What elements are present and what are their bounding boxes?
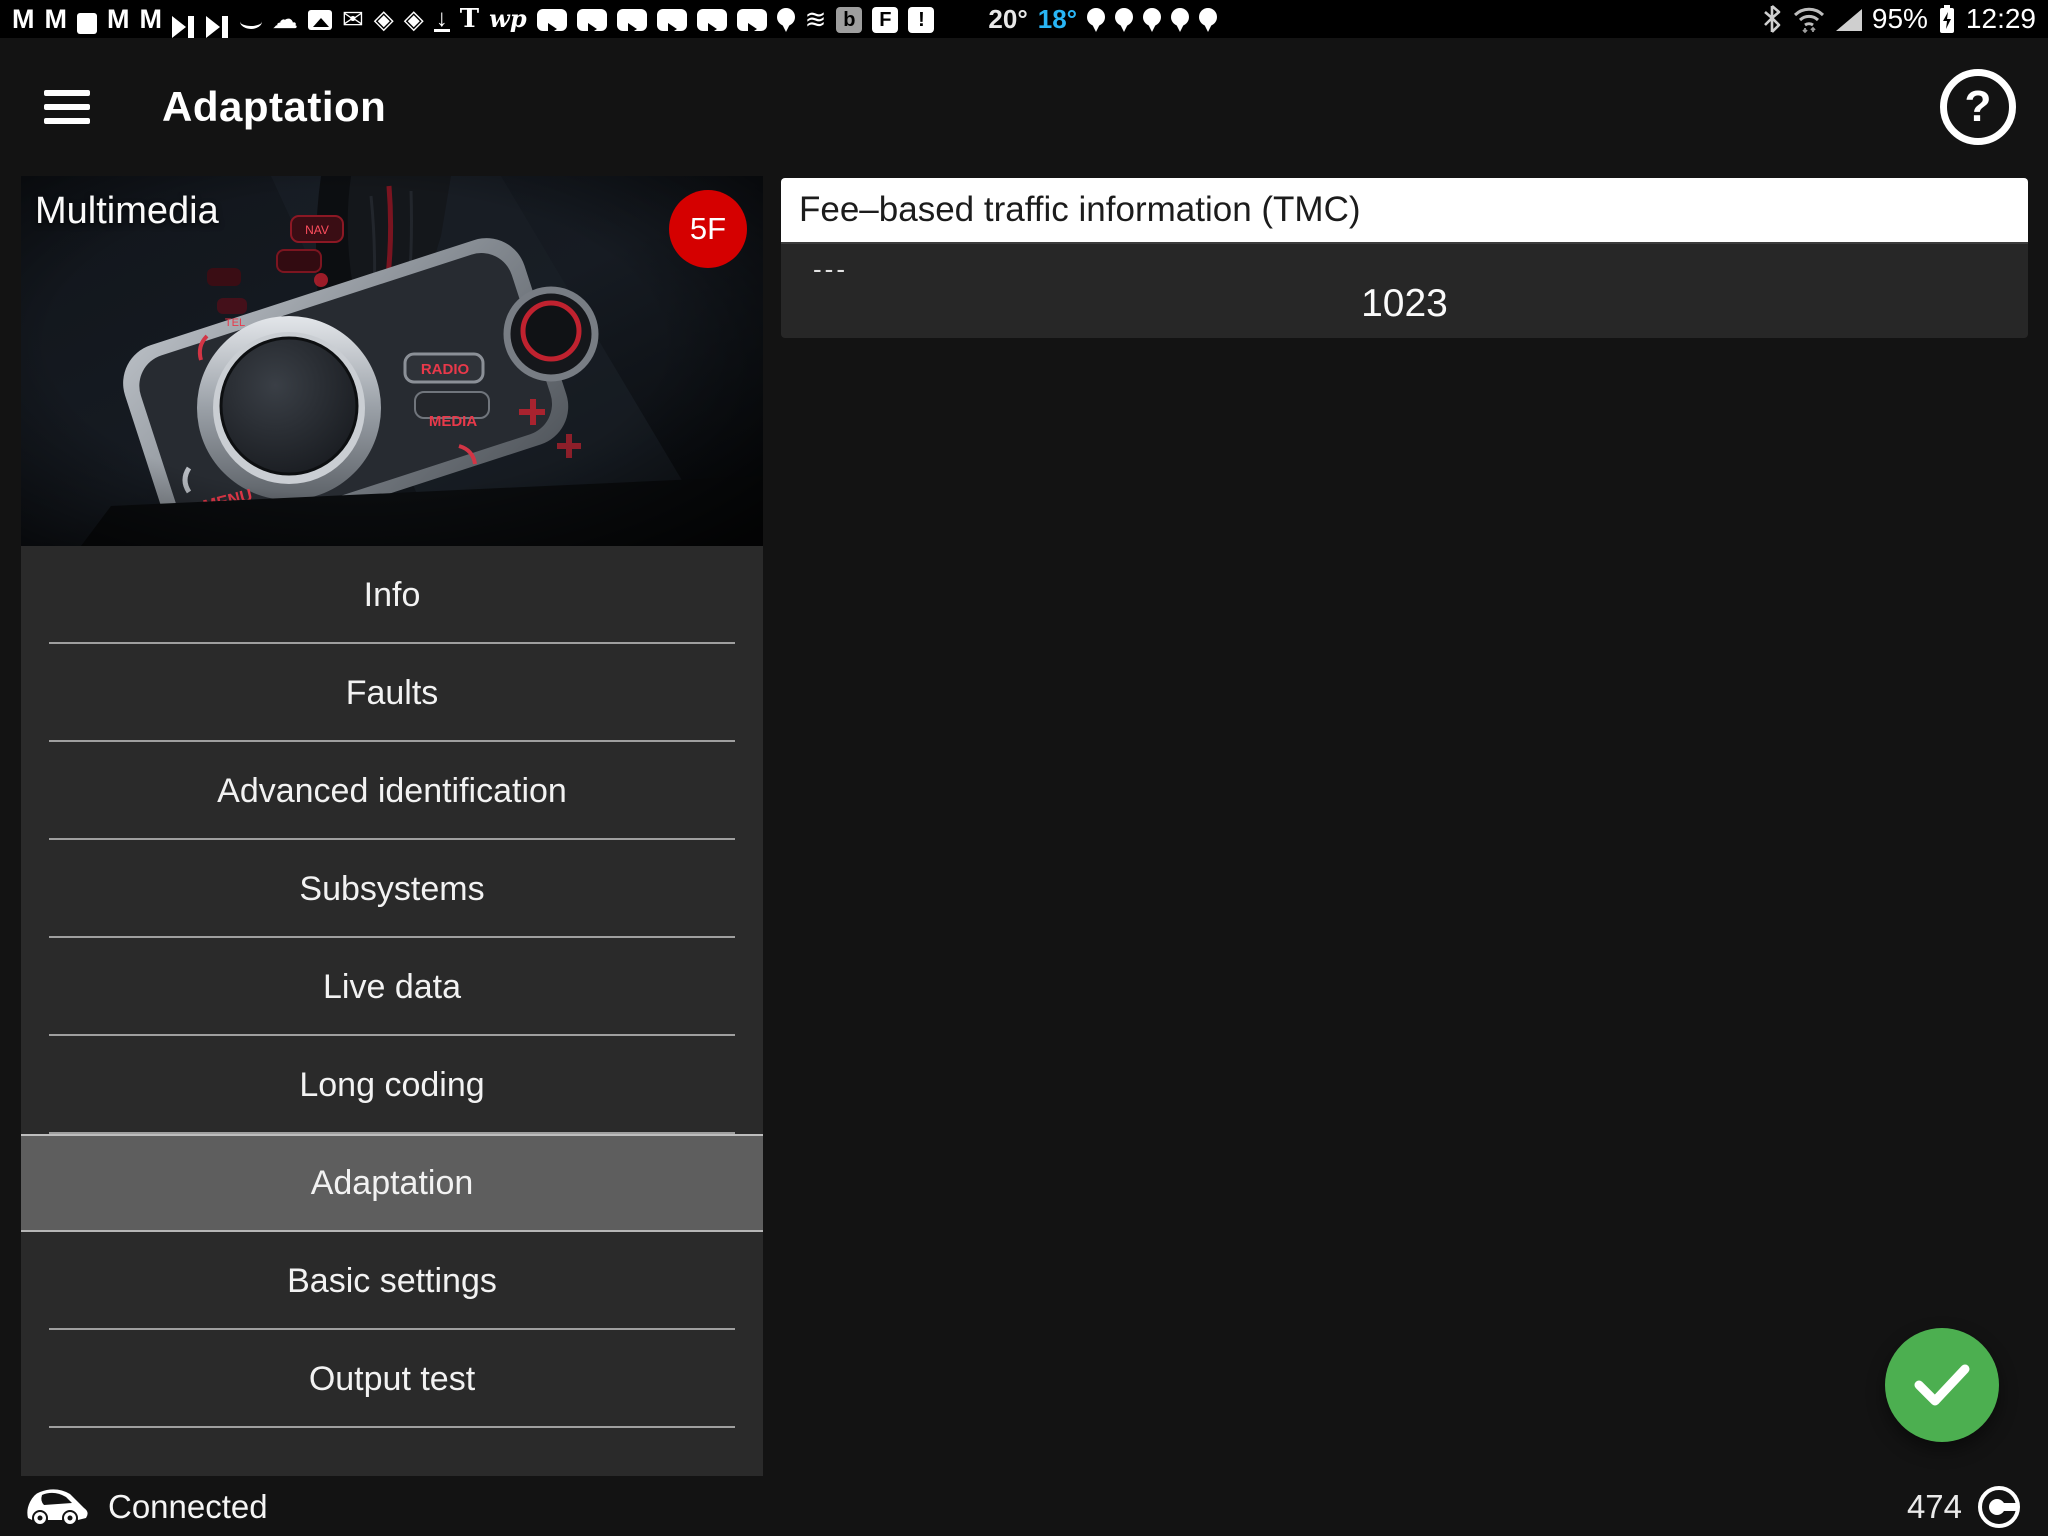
email-icon: ✉: [342, 0, 364, 38]
booking-icon: b: [836, 7, 862, 33]
youtube-icon: [577, 9, 607, 31]
checkmark-icon: [1913, 1363, 1971, 1407]
media-skip-icon: [172, 8, 196, 30]
nyt-diamond-icon: ◈: [404, 0, 424, 38]
confirm-button[interactable]: [1885, 1328, 1999, 1442]
temp-high: 20°: [988, 0, 1027, 38]
menu-item-live-data[interactable]: Live data: [21, 938, 763, 1036]
alert-icon: !: [908, 7, 934, 33]
menu-item-basic-settings[interactable]: Basic settings: [21, 1232, 763, 1330]
credits-icon: [1976, 1484, 2022, 1530]
location-pin-icon: [777, 6, 795, 32]
car-icon: [26, 1488, 90, 1526]
adaptation-value-row[interactable]: --- 1023: [781, 242, 2028, 338]
youtube-icon: [617, 9, 647, 31]
menu-item-long-coding[interactable]: Long coding: [21, 1036, 763, 1134]
gmail-icon: M: [107, 0, 130, 38]
nyt-icon: T: [460, 0, 479, 38]
weather-waves-icon: ≋: [805, 0, 827, 38]
youtube-icon: [657, 9, 687, 31]
page-title: Adaptation: [162, 83, 386, 131]
adaptation-value-label: ---: [813, 254, 848, 285]
control-unit-card: NAV TEL RADIO MEDIA MENU ⟲ BACK: [21, 176, 763, 1476]
control-unit-code-badge: 5F: [669, 190, 747, 268]
cloud-icon: ☁: [272, 0, 298, 38]
media-skip-icon: [206, 8, 230, 30]
location-pin-icon: [1087, 6, 1105, 32]
wifi-icon: [1792, 0, 1826, 38]
menu-item-faults[interactable]: Faults: [21, 644, 763, 742]
notification-icons: MMMM☁✉◈◈↓Twp≋bF!20°18°: [12, 0, 1217, 38]
battery-percent: 95%: [1872, 3, 1928, 35]
photos-icon: [308, 10, 332, 30]
bluetooth-icon: [1762, 0, 1782, 38]
app-bar: Adaptation ?: [0, 38, 2048, 176]
menu-item-advanced-identification[interactable]: Advanced identification: [21, 742, 763, 840]
location-pin-icon: [1171, 6, 1189, 32]
temp-low: 18°: [1038, 0, 1077, 38]
menu-item-adaptation[interactable]: Adaptation: [21, 1134, 763, 1232]
adaptation-channel-header[interactable]: Fee–based traffic information (TMC): [781, 178, 2028, 242]
status-bar: MMMM☁✉◈◈↓Twp≋bF!20°18° 95% 12:29: [0, 0, 2048, 38]
adaptation-channel-title: Fee–based traffic information (TMC): [799, 190, 1361, 230]
menu-item-output-test[interactable]: Output test: [21, 1330, 763, 1428]
connection-status-bar: Connected 474: [0, 1478, 2048, 1536]
credits-count: 474: [1907, 1488, 1962, 1526]
control-unit-menu: InfoFaultsAdvanced identificationSubsyst…: [21, 546, 763, 1428]
wapo-icon: wp: [489, 0, 526, 38]
gmail-icon: M: [45, 0, 68, 38]
menu-item-info[interactable]: Info: [21, 546, 763, 644]
control-unit-name: Multimedia: [35, 190, 219, 233]
signal-strength-icon: [1836, 0, 1862, 38]
menu-hamburger-icon[interactable]: [44, 90, 90, 124]
gmail-icon: M: [12, 0, 35, 38]
connection-status: Connected: [108, 1488, 268, 1526]
credits-area: 474: [1907, 1484, 2022, 1530]
battery-charging-icon: [1938, 0, 1956, 38]
location-pin-icon: [1143, 6, 1161, 32]
location-pin-icon: [1115, 6, 1133, 32]
youtube-icon: [737, 9, 767, 31]
help-icon[interactable]: ?: [1940, 69, 2016, 145]
clock: 12:29: [1966, 3, 2036, 35]
adaptation-panel: Fee–based traffic information (TMC) --- …: [781, 178, 2028, 338]
location-pin-icon: [1199, 6, 1217, 32]
youtube-icon: [537, 9, 567, 31]
shopping-bag-icon: [77, 13, 97, 34]
gmail-icon: M: [140, 0, 163, 38]
amazon-icon: [240, 12, 262, 26]
youtube-icon: [697, 9, 727, 31]
spacer: [944, 0, 978, 38]
nyt-diamond-icon: ◈: [374, 0, 394, 38]
adaptation-value: 1023: [781, 282, 2028, 326]
control-unit-photo: NAV TEL RADIO MEDIA MENU ⟲ BACK: [21, 176, 763, 546]
menu-item-subsystems[interactable]: Subsystems: [21, 840, 763, 938]
system-status-area: 95% 12:29: [1762, 0, 2036, 38]
download-icon: ↓: [434, 0, 450, 38]
flipboard-icon: F: [872, 7, 898, 33]
